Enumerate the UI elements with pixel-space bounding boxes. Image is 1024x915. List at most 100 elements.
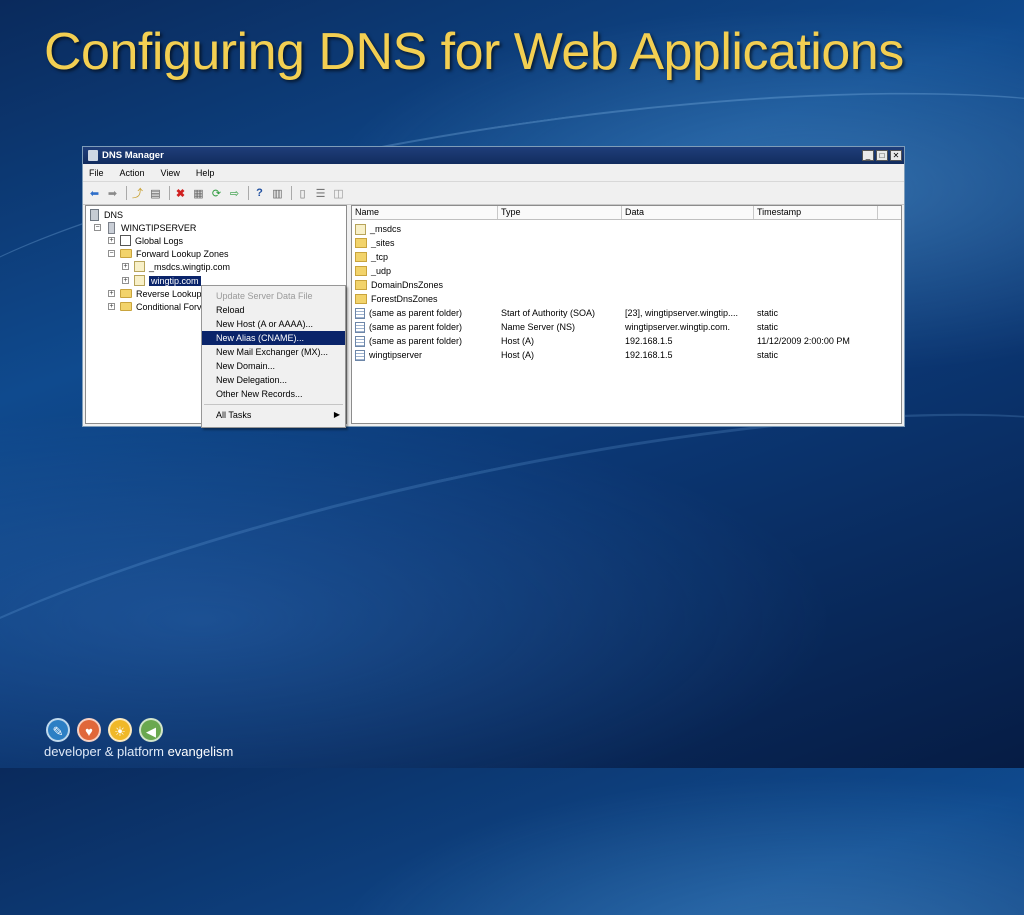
heart-icon: ♥ [77,718,101,742]
help-icon[interactable]: ? [252,186,267,200]
list-header: Name Type Data Timestamp [352,206,901,220]
cell-text: Name Server (NS) [501,322,576,332]
cell-text: _udp [371,266,392,276]
table-row[interactable]: (same as parent folder) Start of Authorit… [352,306,878,320]
menu-action[interactable]: Action [118,168,147,178]
tree-label-selected: wingtip.com [149,275,201,286]
tree-item-server[interactable]: − WINGTIPSERVER [94,221,196,234]
expand-icon[interactable]: + [108,237,115,244]
expand-icon[interactable]: + [108,303,115,310]
menu-item-reload[interactable]: Reload [202,303,345,317]
table-row[interactable]: _udp [352,264,878,278]
collapse-icon[interactable]: − [108,250,115,257]
cell-name: ForestDnsZones [352,294,498,304]
menu-separator [204,404,343,405]
tree-item-global-logs[interactable]: + Global Logs [108,234,183,247]
record-icon [355,349,365,361]
table-row[interactable]: DomainDnsZones [352,278,878,292]
forward-arrow-icon[interactable]: ➡ [105,186,120,200]
delete-icon[interactable]: ✖ [173,186,188,200]
filter-icon[interactable]: ◫ [331,186,346,200]
folder-icon [355,266,367,276]
menu-view[interactable]: View [159,168,182,178]
record-icon [355,307,365,319]
tree-item-zone-msdcs[interactable]: + _msdcs.wingtip.com [122,260,230,273]
minimize-button[interactable]: _ [862,150,874,161]
zone-icon [134,275,145,286]
menu-item-new-domain[interactable]: New Domain... [202,359,345,373]
table-row[interactable]: ForestDnsZones [352,292,878,306]
cell-text: Start of Authority (SOA) [501,308,596,318]
tree-item-zone-wingtip[interactable]: + wingtip.com [122,274,201,287]
menu-item-new-alias[interactable]: New Alias (CNAME)... [202,331,345,345]
cell-text: 192.168.1.5 [625,336,673,346]
record-list-icon[interactable]: ☰ [313,186,328,200]
cell-type: Start of Authority (SOA) [498,308,622,318]
column-header-timestamp[interactable]: Timestamp [754,206,878,219]
toolbar-separator [126,186,127,200]
window-titlebar[interactable]: DNS Manager _ □ ✕ [83,147,904,164]
mouse-icon: ✎ [46,718,70,742]
dns-manager-icon [88,150,98,161]
table-row[interactable]: _msdcs [352,222,878,236]
expand-icon[interactable]: + [122,277,129,284]
toolbar-separator [169,186,170,200]
cell-data: [23], wingtipserver.wingtip.... [622,308,754,318]
brand-suffix: evangelism [167,744,234,759]
show-action-pane-icon[interactable]: ▥ [270,186,285,200]
logs-icon [120,235,131,246]
tree-label: Conditional Forv [136,301,202,312]
table-row[interactable]: _tcp [352,250,878,264]
cell-text: _msdcs [370,224,402,234]
tree-item-forward-lookup-zones[interactable]: − Forward Lookup Zones [108,247,229,260]
menu-item-all-tasks[interactable]: All Tasks ▶ [202,408,345,422]
export-list-icon[interactable]: ⇨ [227,186,242,200]
toolbar: ⬅ ➡ ⤴ ▤ ✖ ▦ ⟳ ⇨ ? ▥ ▯ ☰ ◫ [83,182,904,205]
maximize-button[interactable]: □ [876,150,888,161]
menu-item-new-delegation[interactable]: New Delegation... [202,373,345,387]
cell-text: static [757,350,779,360]
close-button[interactable]: ✕ [890,150,902,161]
menu-item-other-new-records[interactable]: Other New Records... [202,387,345,401]
menu-item-new-host[interactable]: New Host (A or AAAA)... [202,317,345,331]
menu-file[interactable]: File [87,168,106,178]
zone-icon [134,261,145,272]
tree-item-reverse-lookup-zones[interactable]: + Reverse Lookup [108,287,202,300]
up-folder-icon[interactable]: ⤴ [130,186,145,200]
expand-icon[interactable]: + [122,263,129,270]
submenu-arrow-icon: ▶ [333,410,340,419]
refresh-icon[interactable]: ⟳ [209,186,224,200]
menu-help[interactable]: Help [194,168,217,178]
back-arrow-icon[interactable]: ⬅ [87,186,102,200]
cell-text: _tcp [371,252,389,262]
column-header-data[interactable]: Data [622,206,754,219]
cell-name: _udp [352,266,498,276]
properties-icon[interactable]: ▦ [191,186,206,200]
cell-timestamp: 11/12/2009 2:00:00 PM [754,336,878,346]
server-icon[interactable]: ▯ [295,186,310,200]
table-row[interactable]: (same as parent folder) Host (A) 192.168.1… [352,334,878,348]
menu-item-update-server-data-file[interactable]: Update Server Data File [202,289,345,303]
menu-item-new-mail-exchanger[interactable]: New Mail Exchanger (MX)... [202,345,345,359]
menu-bar: File Action View Help [83,164,904,182]
cell-text: Host (A) [501,336,535,346]
cell-name: (same as parent folder) [352,335,498,347]
tree-item-conditional-forwarders[interactable]: + Conditional Forv [108,300,202,313]
table-row[interactable]: _sites [352,236,878,250]
collapse-icon[interactable]: − [94,224,101,231]
table-row[interactable]: (same as parent folder) Name Server (NS) w… [352,320,878,334]
tree-item-dns[interactable]: DNS [90,208,123,221]
show-hide-tree-icon[interactable]: ▤ [148,186,163,200]
cell-text: wingtipserver.wingtip.com. [625,322,731,332]
server-icon [108,221,115,234]
table-row[interactable]: wingtipserver Host (A) 192.168.1.5 static [352,348,878,362]
cell-text: _sites [371,238,395,248]
expand-icon[interactable]: + [108,290,115,297]
record-list: Name Type Data Timestamp _msdcs _sites _tc… [351,205,902,424]
column-header-name[interactable]: Name [352,206,498,219]
column-header-type[interactable]: Type [498,206,622,219]
cell-name: DomainDnsZones [352,280,498,290]
folder-icon [355,238,367,248]
cell-text: [23], wingtipserver.wingtip.... [625,308,739,318]
brand-logo: ✎ ♥ ☀ ◀ [46,718,170,742]
